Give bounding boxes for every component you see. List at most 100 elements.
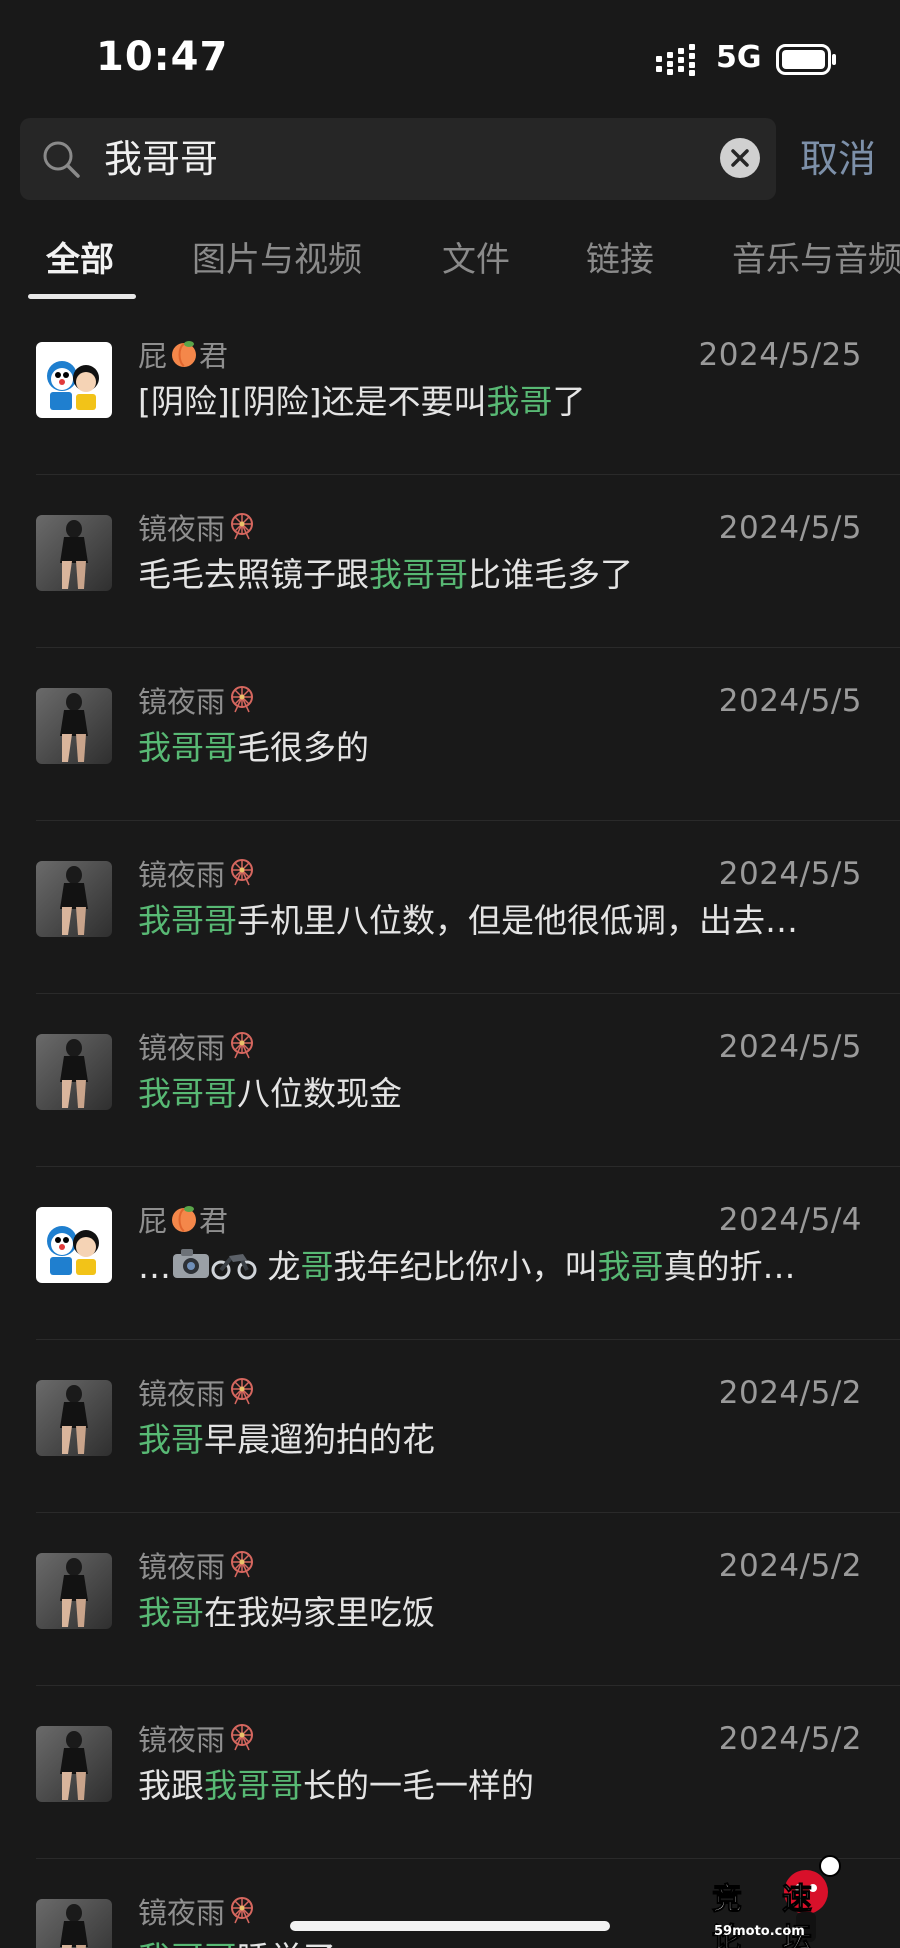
result-row[interactable]: 镜夜雨 2024/5/5 毛毛去照镜子跟我哥哥比谁毛多了	[0, 475, 900, 648]
sender-name-text: 镜夜雨	[138, 685, 226, 719]
sender-name: 镜夜雨	[138, 682, 257, 724]
result-row[interactable]: 镜夜雨 2024/5/5 我哥哥毛很多的	[0, 648, 900, 821]
sender-name: 镜夜雨	[138, 1374, 257, 1416]
sender-name-text: 镜夜雨	[138, 1550, 226, 1584]
photo-avatar[interactable]	[36, 1553, 112, 1629]
result-row[interactable]: 镜夜雨 2024/5/2 我哥早晨遛狗拍的花	[0, 1340, 900, 1513]
search-results-list: 屁君 2024/5/25 [阴险][阴险]还是不要叫我哥了镜夜雨 2024/5/5 毛毛…	[0, 302, 900, 1948]
cartoon-avatar[interactable]	[36, 342, 112, 418]
message-text: 真的折…	[663, 1247, 796, 1286]
sender-name: 屁君	[138, 336, 228, 378]
message-date: 2024/5/4	[718, 1202, 862, 1238]
result-row[interactable]: 屁君 2024/5/4 … 龙哥我年纪比你小，叫我哥真的折…	[0, 1167, 900, 1340]
message-date: 2024/5/2	[718, 1375, 862, 1411]
message-date: 2024/5/5	[718, 683, 862, 719]
message-date: 2024/5/2	[718, 1548, 862, 1584]
sender-name-text: 镜夜雨	[138, 1377, 226, 1411]
photo-avatar[interactable]	[36, 1034, 112, 1110]
message-preview: 我哥哥毛很多的	[138, 724, 858, 772]
message-preview: 我哥在我妈家里吃饭	[138, 1589, 858, 1637]
message-preview: 我跟我哥哥长的一毛一样的	[138, 1762, 858, 1810]
message-preview: [阴险][阴险]还是不要叫我哥了	[138, 378, 858, 426]
message-text: 我跟	[138, 1766, 204, 1805]
message-date: 2024/5/5	[718, 1029, 862, 1065]
message-text: 毛毛去照镜子跟	[138, 555, 369, 594]
peach-icon	[169, 338, 199, 378]
search-keyword-highlight: 我哥	[138, 1420, 204, 1459]
message-preview: 毛毛去照镜子跟我哥哥比谁毛多了	[138, 551, 858, 599]
result-row[interactable]: 镜夜雨 2024/5/2 我哥在我妈家里吃饭	[0, 1513, 900, 1686]
category-tabs: 全部 图片与视频 文件 链接 音乐与音频	[0, 222, 900, 302]
sender-name: 镜夜雨	[138, 1893, 257, 1935]
message-text: …	[138, 1247, 171, 1286]
message-preview: 我哥哥手机里八位数，但是他很低调，出去…	[138, 897, 858, 945]
message-date: 2024/5/5	[718, 510, 862, 546]
sender-name: 屁君	[138, 1201, 228, 1243]
sender-name: 镜夜雨	[138, 855, 257, 897]
cellular-signal-icon	[656, 44, 695, 76]
message-date: 2024/5/25	[698, 337, 862, 373]
ferris-wheel-icon	[227, 1376, 257, 1416]
search-keyword-highlight: 哥	[300, 1247, 334, 1286]
search-keyword-highlight: 我哥哥	[138, 728, 237, 767]
message-text: 手机里八位数，但是他很低调，出去…	[237, 901, 798, 940]
message-text: 毛很多的	[237, 728, 369, 767]
photo-avatar[interactable]	[36, 1380, 112, 1456]
sender-name-text: 屁	[138, 339, 168, 373]
search-input[interactable]: 我哥哥	[20, 118, 776, 200]
message-text: 长的一毛一样的	[303, 1766, 534, 1805]
motorcycle-icon	[211, 1245, 257, 1293]
sender-name: 镜夜雨	[138, 1720, 257, 1762]
clear-search-icon[interactable]	[720, 138, 760, 178]
result-row[interactable]: 镜夜雨 2024/5/5 我哥哥八位数现金	[0, 994, 900, 1167]
search-keyword-highlight: 我哥哥	[369, 555, 468, 594]
tab-images-videos[interactable]: 图片与视频	[192, 236, 362, 284]
photo-avatar[interactable]	[36, 1726, 112, 1802]
result-row[interactable]: 屁君 2024/5/25 [阴险][阴险]还是不要叫我哥了	[0, 302, 900, 475]
cartoon-avatar[interactable]	[36, 1207, 112, 1283]
network-type: 5G	[716, 40, 762, 75]
status-bar: 10:47 5G	[0, 0, 900, 118]
search-keyword-highlight: 我哥	[138, 1593, 204, 1632]
camera-icon	[171, 1245, 211, 1293]
message-text: 比谁毛多了	[468, 555, 633, 594]
ferris-wheel-icon	[227, 684, 257, 724]
ferris-wheel-icon	[227, 511, 257, 551]
sender-name: 镜夜雨	[138, 509, 257, 551]
result-row[interactable]: 镜夜雨 2024/5/2 我跟我哥哥长的一毛一样的	[0, 1686, 900, 1859]
photo-avatar[interactable]	[36, 688, 112, 764]
photo-avatar[interactable]	[36, 861, 112, 937]
result-row[interactable]: 镜夜雨 2024/5/5 我哥哥手机里八位数，但是他很低调，出去…	[0, 821, 900, 994]
message-date: 2024/5/2	[718, 1721, 862, 1757]
message-preview: 我哥早晨遛狗拍的花	[138, 1416, 858, 1464]
message-text: 了	[552, 382, 586, 421]
home-indicator[interactable]	[290, 1921, 610, 1931]
cancel-button[interactable]: 取消	[800, 134, 876, 184]
ferris-wheel-icon	[227, 1722, 257, 1762]
ferris-wheel-icon	[227, 1895, 257, 1935]
tab-files[interactable]: 文件	[442, 236, 510, 284]
message-text: 龙	[257, 1247, 301, 1286]
tab-music-audio[interactable]: 音乐与音频	[732, 236, 900, 284]
message-text: 睡觉了	[237, 1939, 336, 1948]
search-query-text[interactable]: 我哥哥	[104, 133, 218, 185]
message-preview: 我哥哥八位数现金	[138, 1070, 858, 1118]
photo-avatar[interactable]	[36, 515, 112, 591]
search-bar: 我哥哥 取消	[0, 118, 900, 218]
search-keyword-highlight: 我哥	[486, 382, 553, 421]
photo-avatar[interactable]	[36, 1899, 112, 1948]
message-date: 2024/5/5	[718, 856, 862, 892]
watermark-url: 59moto.com	[714, 1924, 805, 1939]
search-keyword-highlight: 我哥哥	[138, 901, 237, 940]
search-keyword-highlight: 我哥哥	[138, 1939, 237, 1948]
tab-links[interactable]: 链接	[586, 236, 654, 284]
message-text: 我年纪比你小，叫	[333, 1247, 598, 1286]
ferris-wheel-icon	[227, 1549, 257, 1589]
ferris-wheel-icon	[227, 857, 257, 897]
search-keyword-highlight: 我哥哥	[204, 1766, 303, 1805]
sender-name-text: 镜夜雨	[138, 1031, 226, 1065]
sender-name-suffix: 君	[199, 339, 229, 373]
tab-all[interactable]: 全部	[46, 236, 114, 284]
search-keyword-highlight: 我哥	[597, 1247, 664, 1286]
message-text: 在我妈家里吃饭	[204, 1593, 435, 1632]
